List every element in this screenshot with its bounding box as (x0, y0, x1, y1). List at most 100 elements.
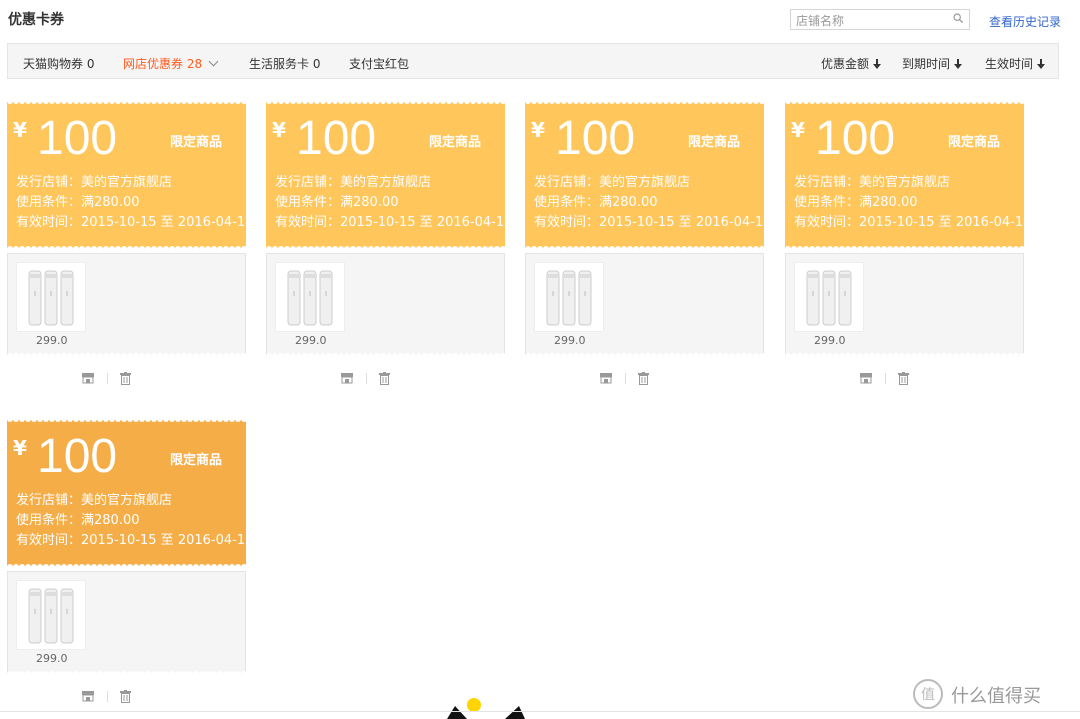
product-thumbnail[interactable] (275, 262, 345, 332)
ticket-edge (7, 353, 246, 359)
coupon-limit-tag: 限定商品 (429, 135, 482, 150)
coupon-card[interactable]: ¥ 100 限定商品 发行店铺：美的官方旗舰店 使用条件：满280.00 有效时… (7, 98, 253, 385)
trash-icon[interactable] (379, 372, 390, 385)
coupon-period: 有效时间：2015-10-15 至 2016-04-15 (16, 215, 254, 230)
coupon-card[interactable]: ¥ 100 限定商品 发行店铺：美的官方旗舰店 使用条件：满280.00 有效时… (785, 98, 1031, 385)
coupon-condition: 使用条件：满280.00 (16, 513, 140, 528)
trash-icon[interactable] (120, 690, 131, 703)
product-price: 299.0 (814, 334, 846, 347)
coupon-amount: 100 (37, 112, 118, 165)
mascot-icon (447, 698, 525, 719)
coupon-shop: 发行店铺：美的官方旗舰店 (16, 175, 173, 190)
shop-icon[interactable] (81, 372, 95, 384)
coupon-card[interactable]: ¥ 100 限定商品 发行店铺：美的官方旗舰店 使用条件：满280.00 有效时… (266, 98, 512, 385)
shop-icon[interactable] (340, 372, 354, 384)
shop-icon[interactable] (81, 690, 95, 702)
coupon-actions (266, 372, 505, 386)
coupon-limit-tag: 限定商品 (170, 453, 223, 468)
product-thumbnail[interactable] (16, 580, 86, 650)
coupon-limit-tag: 限定商品 (688, 135, 741, 150)
tab-shop-coupon[interactable]: 网店优惠券 28 (123, 55, 219, 72)
filter-cartridge-image (28, 588, 74, 644)
coupon-face: ¥ 100 限定商品 发行店铺：美的官方旗舰店 使用条件：满280.00 有效时… (7, 98, 253, 252)
product-thumbnail[interactable] (16, 262, 86, 332)
divider (107, 691, 108, 702)
ticket-edge (7, 416, 246, 422)
coupon-product-area: 299.0 (525, 253, 764, 357)
coupon-face: ¥ 100 限定商品 发行店铺：美的官方旗舰店 使用条件：满280.00 有效时… (7, 416, 253, 570)
product-thumbnail[interactable] (534, 262, 604, 332)
divider (885, 373, 886, 384)
coupon-product-area: 299.0 (785, 253, 1024, 357)
ticket-edge (785, 246, 1024, 252)
coupon-condition: 使用条件：满280.00 (794, 195, 918, 210)
trash-icon[interactable] (898, 372, 909, 385)
tab-alipay-redpacket[interactable]: 支付宝红包 (349, 55, 409, 72)
coupon-actions (7, 372, 246, 386)
arrow-down-icon (954, 59, 963, 69)
filter-cartridge-image (546, 270, 592, 326)
search-input[interactable]: 店铺名称 (790, 9, 970, 30)
shop-icon[interactable] (859, 372, 873, 384)
coupon-face: ¥ 100 限定商品 发行店铺：美的官方旗舰店 使用条件：满280.00 有效时… (785, 98, 1031, 252)
ticket-edge (266, 353, 505, 359)
tab-tmall-coupon[interactable]: 天猫购物券 0 (23, 55, 94, 72)
coupon-actions (785, 372, 1024, 386)
ticket-edge (266, 246, 505, 252)
divider (625, 373, 626, 384)
currency-symbol: ¥ (13, 118, 27, 142)
coupon-shop: 发行店铺：美的官方旗舰店 (534, 175, 691, 190)
ticket-edge (7, 671, 246, 677)
sort-effective-label: 生效时间 (985, 57, 1034, 71)
ticket-edge (785, 98, 1024, 104)
trash-icon[interactable] (638, 372, 649, 385)
coupon-card[interactable]: ¥ 100 限定商品 发行店铺：美的官方旗舰店 使用条件：满280.00 有效时… (525, 98, 771, 385)
currency-symbol: ¥ (791, 118, 805, 142)
coupon-shop: 发行店铺：美的官方旗舰店 (16, 493, 173, 508)
product-price: 299.0 (36, 652, 68, 665)
watermark: 值 什么值得买 (912, 678, 1072, 710)
product-price: 299.0 (554, 334, 586, 347)
trash-icon[interactable] (120, 372, 131, 385)
sort-amount[interactable]: 优惠金额 (821, 55, 882, 72)
tab-shop-coupon-label: 网店优惠券 28 (123, 57, 203, 71)
history-link[interactable]: 查看历史记录 (989, 13, 1061, 30)
coupon-amount: 100 (296, 112, 377, 165)
currency-symbol: ¥ (531, 118, 545, 142)
coupon-product-area: 299.0 (7, 571, 246, 675)
shop-icon[interactable] (599, 372, 613, 384)
arrow-down-icon (1037, 59, 1046, 69)
coupon-period: 有效时间：2015-10-15 至 2016-04-15 (16, 533, 254, 548)
svg-text:值: 值 (921, 687, 935, 703)
watermark-text: 什么值得买 (951, 686, 1041, 707)
product-thumbnail[interactable] (794, 262, 864, 332)
coupon-actions (7, 690, 246, 704)
ticket-edge (785, 353, 1024, 359)
coupon-face: ¥ 100 限定商品 发行店铺：美的官方旗舰店 使用条件：满280.00 有效时… (266, 98, 512, 252)
ticket-edge (7, 564, 246, 570)
sort-expire[interactable]: 到期时间 (902, 55, 963, 72)
ticket-edge (525, 353, 764, 359)
tab-life-service-card[interactable]: 生活服务卡 0 (249, 55, 320, 72)
filter-cartridge-image (28, 270, 74, 326)
coupon-period: 有效时间：2015-10-15 至 2016-04-15 (534, 215, 772, 230)
sort-expire-label: 到期时间 (902, 57, 951, 71)
coupon-amount: 100 (37, 430, 118, 483)
coupon-product-area: 299.0 (7, 253, 246, 357)
coupon-shop: 发行店铺：美的官方旗舰店 (794, 175, 951, 190)
sort-effective[interactable]: 生效时间 (985, 55, 1046, 72)
filter-cartridge-image (287, 270, 333, 326)
search-placeholder: 店铺名称 (796, 14, 845, 28)
coupon-limit-tag: 限定商品 (948, 135, 1001, 150)
currency-symbol: ¥ (13, 436, 27, 460)
product-price: 299.0 (36, 334, 68, 347)
ticket-edge (525, 246, 764, 252)
coupon-condition: 使用条件：满280.00 (275, 195, 399, 210)
coupon-condition: 使用条件：满280.00 (534, 195, 658, 210)
divider (366, 373, 367, 384)
coupon-condition: 使用条件：满280.00 (16, 195, 140, 210)
coupon-card[interactable]: ¥ 100 限定商品 发行店铺：美的官方旗舰店 使用条件：满280.00 有效时… (7, 416, 253, 703)
search-icon[interactable] (953, 13, 963, 23)
page-title: 优惠卡券 (8, 12, 64, 28)
watermark-logo-icon: 值 (913, 679, 943, 709)
